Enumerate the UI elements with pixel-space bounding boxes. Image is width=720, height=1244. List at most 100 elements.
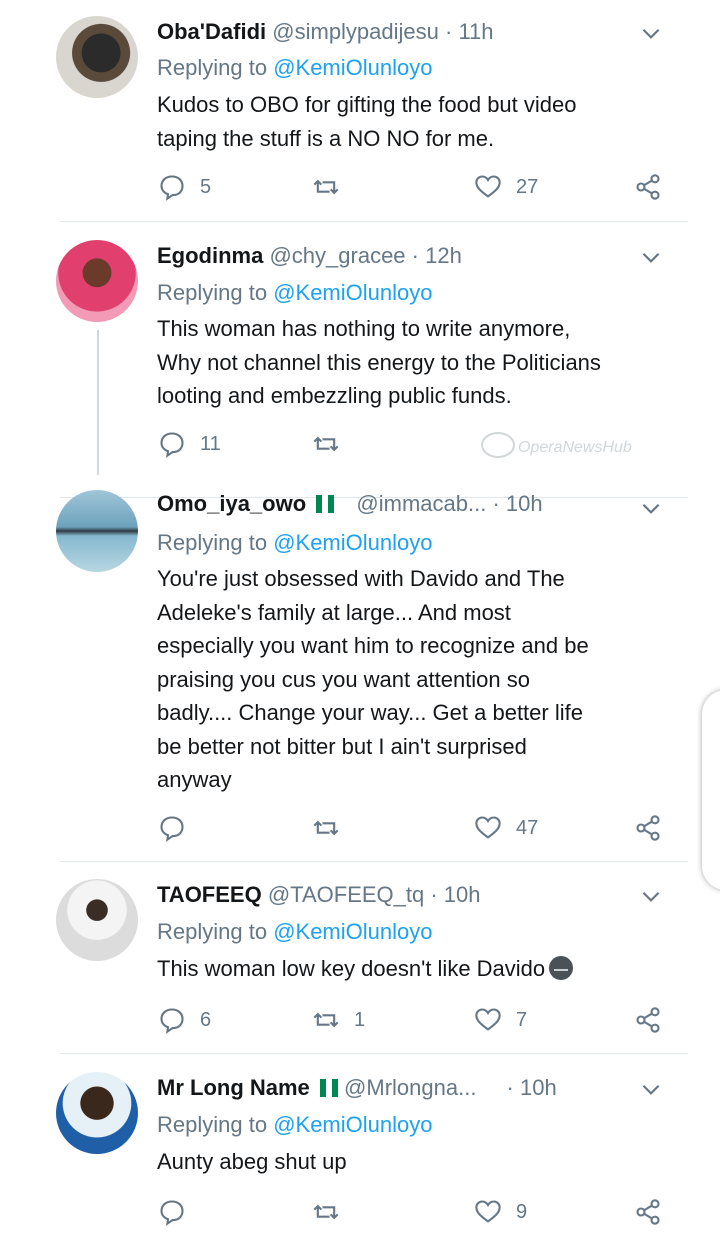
avatar[interactable]: [56, 240, 138, 322]
text-line: especially you want him to recognize and…: [157, 633, 589, 658]
tweet-text: You're just obsessed with Davido and The…: [157, 562, 677, 797]
text-line: You're just obsessed with Davido and The: [157, 566, 565, 591]
like-button[interactable]: 27: [474, 171, 538, 203]
heart-icon: [475, 1008, 501, 1031]
replying-to: Replying to @KemiOlunloyo: [157, 527, 432, 559]
timestamp[interactable]: · 12h: [406, 243, 462, 268]
display-name[interactable]: Mr Long Name: [157, 1075, 310, 1100]
text-line: Aunty abeg shut up: [157, 1149, 347, 1174]
reply-button[interactable]: 11: [158, 428, 221, 460]
replying-prefix: Replying to: [157, 55, 274, 80]
retweet-icon: [313, 1012, 339, 1028]
reply-icon: [160, 816, 184, 842]
text-line: praising you cus you want attention so: [157, 666, 531, 692]
like-button[interactable]: 47: [474, 812, 538, 844]
retweet-icon: [313, 436, 339, 452]
replying-to: Replying to @KemiOlunloyo: [157, 1109, 432, 1141]
like-button[interactable]: 7: [474, 1004, 527, 1036]
share-button[interactable]: [634, 171, 662, 203]
watermark-text: OperaNewsHub: [518, 439, 632, 456]
user-handle[interactable]: @immacab...: [356, 491, 486, 516]
text-line: taping the stuff is a NO NO for me.: [157, 125, 495, 151]
share-button[interactable]: [634, 1196, 662, 1228]
retweet-button[interactable]: [312, 171, 354, 203]
reply-icon: [160, 1008, 184, 1034]
heart-icon: [475, 816, 501, 839]
tweet-actions: 6 1 7: [0, 1004, 720, 1036]
retweet-icon: [313, 179, 339, 195]
reply-button[interactable]: 6: [158, 1004, 211, 1036]
display-name[interactable]: Omo_iya_owo: [157, 491, 306, 516]
text-line: This woman has nothing to write anymore,: [157, 316, 571, 341]
timestamp[interactable]: · 10h: [500, 1075, 557, 1100]
text-line: Kudos to OBO for gifting the food but vi…: [157, 92, 577, 117]
tweet-text: Aunty abeg shut up: [157, 1145, 677, 1179]
like-count: 47: [516, 816, 539, 839]
replying-to: Replying to @KemiOlunloyo: [157, 52, 432, 84]
edge-scroll-handle[interactable]: [702, 690, 720, 890]
replying-prefix: Replying to: [157, 919, 274, 944]
chevron-down-icon[interactable]: [638, 495, 664, 521]
reply-count: 6: [200, 1008, 212, 1031]
text-line-content: This woman low key doesn't like Davido: [157, 956, 546, 981]
display-name[interactable]: TAOFEEQ: [157, 882, 262, 907]
share-icon: [636, 1007, 660, 1033]
tweet-text: This woman low key doesn't like Davido: [157, 952, 677, 986]
share-icon: [636, 174, 660, 200]
avatar[interactable]: [56, 879, 138, 961]
reply-count: 5: [200, 175, 212, 198]
chevron-down-icon[interactable]: [638, 883, 664, 909]
like-count: 27: [516, 175, 539, 198]
reply-count: 11: [200, 432, 221, 455]
display-name[interactable]: Oba'Dafidi: [157, 19, 266, 44]
timestamp[interactable]: · 10h: [424, 882, 480, 907]
share-button[interactable]: [634, 812, 662, 844]
retweet-button[interactable]: 1: [312, 1004, 365, 1036]
retweet-icon: [313, 1204, 339, 1220]
avatar[interactable]: [56, 490, 138, 572]
heart-icon: [475, 1200, 501, 1223]
mention-link[interactable]: @KemiOlunloyo: [273, 55, 432, 80]
divider: [60, 861, 688, 862]
reply-button[interactable]: 5: [158, 171, 211, 203]
chevron-down-icon[interactable]: [638, 1076, 664, 1102]
reply-button[interactable]: [158, 812, 200, 844]
avatar[interactable]: [56, 16, 138, 98]
like-count: 9: [516, 1200, 528, 1223]
share-icon: [636, 1199, 660, 1225]
retweet-icon: [313, 820, 339, 836]
tweet-text: Kudos to OBO for gifting the food but vi…: [157, 88, 677, 155]
mention-link[interactable]: @KemiOlunloyo: [273, 280, 432, 305]
user-handle[interactable]: @TAOFEEQ_tq: [268, 882, 424, 907]
text-line: This woman low key doesn't like Davido: [157, 952, 677, 986]
display-name[interactable]: Egodinma: [157, 243, 263, 268]
mention-link[interactable]: @KemiOlunloyo: [273, 919, 432, 944]
like-button[interactable]: 9: [474, 1196, 527, 1228]
text-line: be better not bitter but I ain't surpris…: [157, 733, 527, 759]
replying-prefix: Replying to: [157, 530, 274, 555]
retweet-button[interactable]: [312, 428, 354, 460]
retweet-button[interactable]: [312, 812, 354, 844]
watermark-logo: OperaNewsHub: [478, 428, 678, 462]
avatar[interactable]: [56, 1072, 138, 1154]
mention-link[interactable]: @KemiOlunloyo: [273, 1112, 432, 1137]
timestamp[interactable]: · 10h: [486, 491, 542, 516]
replying-to: Replying to @KemiOlunloyo: [157, 916, 432, 948]
like-count: 7: [516, 1008, 528, 1031]
replying-prefix: Replying to: [157, 280, 274, 305]
chevron-down-icon[interactable]: [638, 20, 664, 46]
share-button[interactable]: [634, 1004, 662, 1036]
user-handle[interactable]: @simplypadijesu: [272, 19, 439, 44]
chevron-down-icon[interactable]: [638, 244, 664, 270]
retweet-button[interactable]: [312, 1196, 354, 1228]
timestamp[interactable]: · 11h: [439, 19, 494, 44]
unamused-face-emoji-icon: [549, 956, 574, 980]
text-line: badly.... Change your way... Get a bette…: [157, 700, 583, 725]
user-handle[interactable]: @Mrlongna...: [344, 1075, 476, 1100]
heart-icon: [475, 175, 501, 198]
tweet-actions: 5 27: [0, 171, 720, 203]
reply-button[interactable]: [158, 1196, 200, 1228]
text-line: anyway: [157, 767, 232, 792]
mention-link[interactable]: @KemiOlunloyo: [273, 530, 432, 555]
user-handle[interactable]: @chy_gracee: [269, 243, 405, 268]
